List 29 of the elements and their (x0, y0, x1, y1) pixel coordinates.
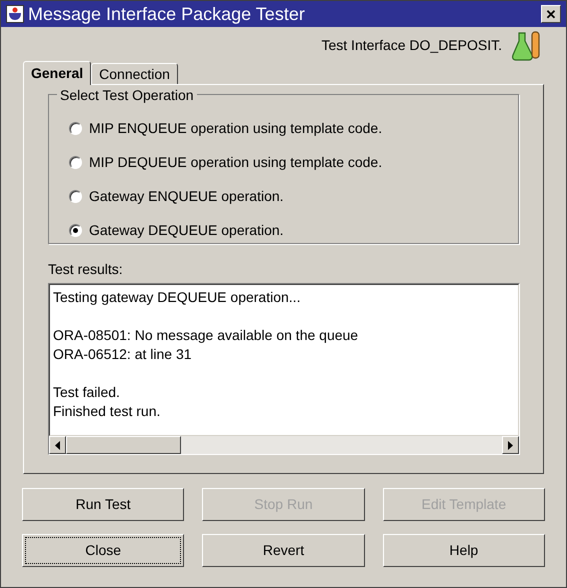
radio-button[interactable] (69, 122, 82, 134)
radio-label: Gateway DEQUEUE operation. (89, 220, 284, 240)
dialog-button[interactable]: Revert (202, 534, 365, 567)
app-icon (6, 5, 24, 23)
interface-label: Test Interface DO_DEPOSIT. (321, 36, 502, 55)
result-line: Finished test run. (53, 402, 162, 421)
dialog-button[interactable]: Help (382, 534, 545, 567)
window-title: Message Interface Package Tester (28, 2, 306, 26)
flask-icon (512, 30, 542, 62)
result-line: ORA-06512: at line 31 (53, 345, 193, 364)
close-button[interactable]: ✕ (541, 5, 561, 23)
radio-label: MIP DEQUEUE operation using template code. (89, 152, 382, 172)
tab[interactable]: Connection (91, 63, 178, 84)
radio-label: MIP ENQUEUE operation using template code. (89, 118, 382, 138)
dialog-button[interactable]: Close (22, 534, 184, 567)
scroll-thumb[interactable] (66, 436, 181, 454)
scroll-right-icon[interactable] (502, 436, 519, 454)
tab[interactable]: General (23, 61, 92, 85)
radio-button[interactable] (69, 190, 82, 202)
dialog-button[interactable]: Run Test (22, 488, 184, 521)
radio-button[interactable] (69, 224, 82, 236)
result-line: ORA-08501: No message available on the queue (53, 326, 360, 345)
radio-button[interactable] (69, 156, 82, 168)
scroll-left-icon[interactable] (49, 436, 66, 454)
horizontal-scrollbar[interactable] (49, 436, 519, 454)
radio-label: Gateway ENQUEUE operation. (89, 186, 284, 206)
result-line: Testing gateway DEQUEUE operation... (53, 288, 302, 307)
result-line: Test failed. (53, 383, 121, 402)
results-label: Test results: (48, 260, 124, 279)
